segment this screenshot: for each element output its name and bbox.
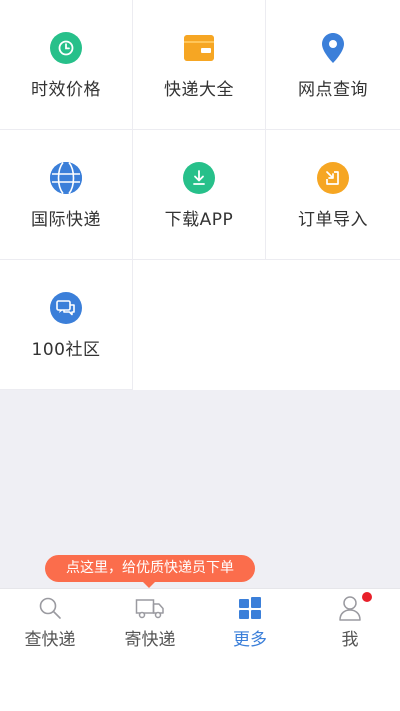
grid-item-label: 订单导入 [298, 210, 368, 230]
grid-item-label: 时效价格 [31, 80, 101, 100]
grid-tiles-icon [237, 595, 263, 621]
import-icon [317, 162, 349, 194]
tab-me[interactable]: 我 [300, 589, 400, 651]
wallet-icon [184, 35, 214, 61]
grid-item-label: 下载APP [164, 210, 234, 230]
download-icon [183, 162, 215, 194]
tab-send-express[interactable]: 寄快递 [100, 589, 200, 651]
send-express-tooltip[interactable]: 点这里，给优质快递员下单 [45, 555, 255, 588]
tab-more[interactable]: 更多 [200, 589, 300, 651]
grid-item-label: 快递大全 [164, 80, 234, 100]
tab-label: 更多 [233, 630, 267, 650]
chat-bubbles-icon [50, 292, 82, 324]
grid-item-outlet-search[interactable]: 网点查询 [266, 0, 400, 130]
globe-icon [50, 162, 82, 194]
clock-icon [50, 32, 82, 64]
tooltip-arrow [143, 582, 155, 588]
tab-label: 查快递 [24, 630, 76, 650]
grid-item-order-import[interactable]: 订单导入 [266, 130, 400, 260]
tab-track-express[interactable]: 查快递 [0, 589, 100, 651]
app-screen: 时效价格 快递大全 网点查询 国际快递 下载APP 订单导入 100社区 点这里… [0, 0, 400, 711]
grid-item-label: 国际快递 [31, 210, 101, 230]
grid-item-express-directory[interactable]: 快递大全 [133, 0, 266, 130]
tab-label: 寄快递 [124, 630, 176, 650]
grid-item-label: 100社区 [31, 340, 101, 360]
notification-badge [362, 592, 372, 602]
tooltip-text: 点这里，给优质快递员下单 [66, 560, 234, 576]
location-pin-icon [317, 32, 349, 64]
grid-item-label: 网点查询 [298, 80, 368, 100]
search-icon [37, 595, 63, 621]
grid-item-download-app[interactable]: 下载APP [133, 130, 266, 260]
person-icon [337, 595, 363, 621]
grid-item-community[interactable]: 100社区 [0, 260, 133, 390]
feature-grid: 时效价格 快递大全 网点查询 国际快递 下载APP 订单导入 100社区 [0, 0, 400, 390]
grid-item-international-express[interactable]: 国际快递 [0, 130, 133, 260]
bottom-tab-bar: 查快递 寄快递 更多 我 [0, 588, 400, 650]
truck-icon [135, 595, 165, 621]
grid-item-shipping-price[interactable]: 时效价格 [0, 0, 133, 130]
tab-label: 我 [341, 630, 359, 650]
bottom-safe-area [0, 650, 400, 711]
